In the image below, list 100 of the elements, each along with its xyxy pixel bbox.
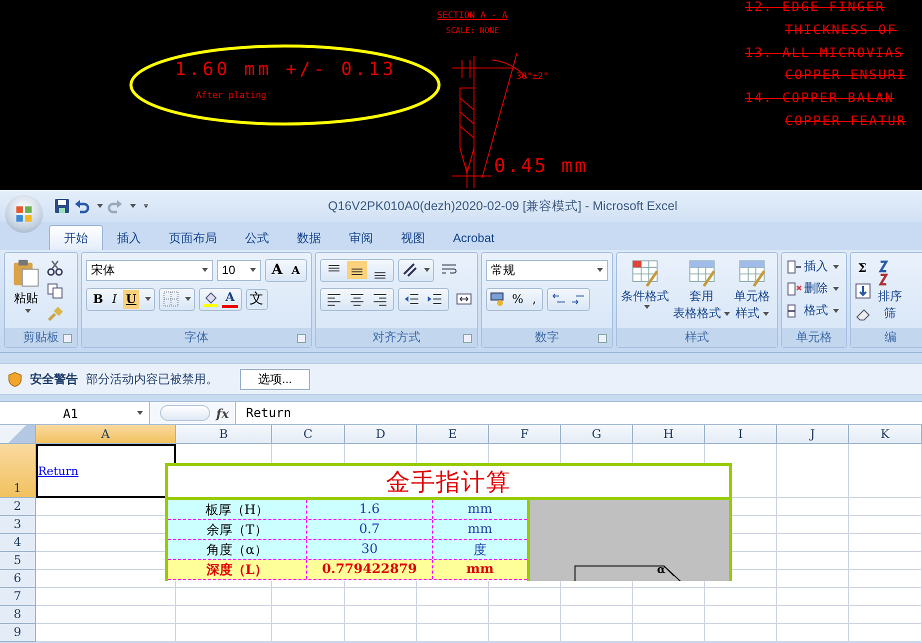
ribbon-tab[interactable]: 视图 — [387, 226, 439, 250]
caret-icon[interactable] — [424, 268, 430, 272]
group-label: 对齐方式 — [372, 329, 420, 346]
parameter-value: 30 — [307, 540, 433, 559]
comma-style-button[interactable]: , — [529, 290, 540, 308]
sort-filter-button[interactable]: 排序 筛 — [875, 258, 905, 328]
undo-icon[interactable] — [74, 198, 90, 214]
options-button[interactable]: 选项... — [240, 368, 310, 390]
column-header[interactable]: H — [633, 425, 705, 444]
drawing-note: THICKNESS OF — [785, 22, 897, 38]
vertical-align-icon[interactable] — [347, 261, 367, 279]
column-header[interactable]: B — [176, 425, 272, 444]
style-button[interactable]: 单元格 样式 — [734, 258, 770, 328]
cells-icon[interactable] — [786, 258, 802, 274]
return-link[interactable]: Return — [38, 464, 78, 478]
paste-button[interactable]: 粘贴 — [9, 258, 43, 328]
row-header[interactable]: 8 — [0, 606, 36, 624]
column-header[interactable]: I — [705, 425, 777, 444]
group-label: 剪贴板 — [23, 329, 59, 346]
clipboard-icon[interactable] — [11, 258, 41, 288]
column-header[interactable]: E — [417, 425, 489, 444]
caret-icon[interactable] — [145, 297, 152, 301]
caret-icon[interactable] — [185, 297, 192, 301]
width-dimension: 0.45 mm — [494, 155, 588, 177]
caret-icon[interactable] — [97, 204, 103, 208]
scissors-icon[interactable] — [47, 260, 63, 276]
table-brush-icon[interactable] — [737, 258, 767, 288]
column-header[interactable]: G — [561, 425, 633, 444]
ribbon-tab[interactable]: 公式 — [231, 226, 283, 250]
column-header[interactable]: C — [272, 425, 345, 444]
ribbon-tab[interactable]: 数据 — [283, 226, 335, 250]
caret-icon[interactable] — [833, 264, 839, 268]
column-header[interactable]: D — [345, 425, 417, 444]
group-label: 样式 — [685, 329, 709, 346]
ribbon-tab[interactable]: 插入 — [103, 226, 155, 250]
ribbon-tab[interactable]: 审阅 — [335, 226, 387, 250]
number-format-field[interactable]: 常规 — [486, 260, 608, 280]
autosum-button[interactable]: Σ — [855, 260, 871, 276]
formula-bar-handle[interactable] — [160, 405, 210, 421]
cells-button[interactable]: 删除 — [786, 280, 842, 297]
font-style-button[interactable]: U — [122, 290, 140, 308]
caret-icon[interactable] — [202, 268, 208, 272]
insert-function-button[interactable]: fx — [216, 406, 229, 420]
group-label: 单元格 — [796, 329, 832, 346]
caret-icon[interactable] — [833, 308, 839, 312]
row-header[interactable]: 1 — [0, 444, 36, 498]
row-header[interactable]: 5 — [0, 552, 36, 570]
font-size-field[interactable]: 10 — [216, 260, 261, 280]
caret-icon[interactable] — [762, 312, 768, 316]
shrink-font-button[interactable]: A — [288, 260, 303, 280]
customize-icon[interactable] — [143, 204, 149, 208]
drawing-note: 14. COPPER BALAN — [745, 91, 894, 106]
fill-color-icon[interactable] — [203, 291, 220, 307]
orientation-icon[interactable] — [402, 262, 418, 278]
font-style-button[interactable]: I — [109, 290, 120, 308]
font-style-button[interactable]: B — [90, 290, 106, 308]
ribbon-tab[interactable]: 页面布局 — [155, 226, 231, 250]
parameter-unit: mm — [466, 521, 494, 539]
phonetic-guide-button[interactable]: 文 — [246, 288, 268, 310]
row-header[interactable]: 4 — [0, 534, 36, 552]
drawing-note: 12. EDGE FINGER — [745, 0, 885, 15]
cells-button[interactable]: 插入 — [786, 258, 842, 275]
row-header[interactable]: 7 — [0, 588, 36, 606]
caret-icon[interactable] — [833, 286, 839, 290]
plating-note: After plating — [196, 91, 266, 101]
font-name-field[interactable]: 宋体 — [86, 260, 213, 280]
ribbon-tab[interactable]: 开始 — [49, 225, 103, 250]
row-header[interactable]: 6 — [0, 570, 36, 588]
row-header[interactable]: 2 — [0, 498, 36, 516]
ribbon-tab[interactable]: Acrobat — [439, 226, 508, 250]
grow-font-button[interactable]: A — [268, 260, 286, 280]
fill-down-icon[interactable] — [855, 283, 871, 299]
table-brush-icon[interactable] — [686, 258, 716, 288]
cells-icon[interactable] — [786, 280, 802, 296]
borders-icon[interactable] — [163, 291, 180, 307]
percent-button[interactable]: % — [509, 290, 526, 308]
currency-icon[interactable] — [490, 291, 506, 307]
merge-cells-icon[interactable] — [456, 291, 472, 307]
caret-icon[interactable] — [597, 268, 603, 272]
angle-dimension: 30°±2° — [516, 72, 549, 82]
caret-icon[interactable] — [130, 204, 136, 208]
column-header[interactable]: J — [777, 425, 849, 444]
copy-icon[interactable] — [47, 283, 63, 299]
save-icon[interactable] — [54, 198, 70, 214]
cells-button[interactable]: 格式 — [786, 302, 842, 319]
style-button[interactable]: 套用 表格格式 — [673, 258, 730, 328]
caret-icon[interactable] — [24, 309, 30, 313]
column-header[interactable]: F — [489, 425, 561, 444]
column-header[interactable]: A — [36, 425, 176, 444]
column-header[interactable]: K — [849, 425, 922, 444]
row-header[interactable]: 9 — [0, 624, 36, 642]
group-label: 字体 — [184, 329, 208, 346]
caret-icon[interactable] — [644, 305, 650, 309]
row-header[interactable]: 3 — [0, 516, 36, 534]
caret-icon[interactable] — [724, 312, 730, 316]
formula-field[interactable]: Return — [236, 402, 292, 424]
style-button[interactable]: 条件格式 — [621, 258, 669, 328]
caret-icon[interactable] — [137, 411, 143, 415]
caret-icon[interactable] — [250, 268, 256, 272]
table-brush-icon[interactable] — [630, 258, 660, 288]
